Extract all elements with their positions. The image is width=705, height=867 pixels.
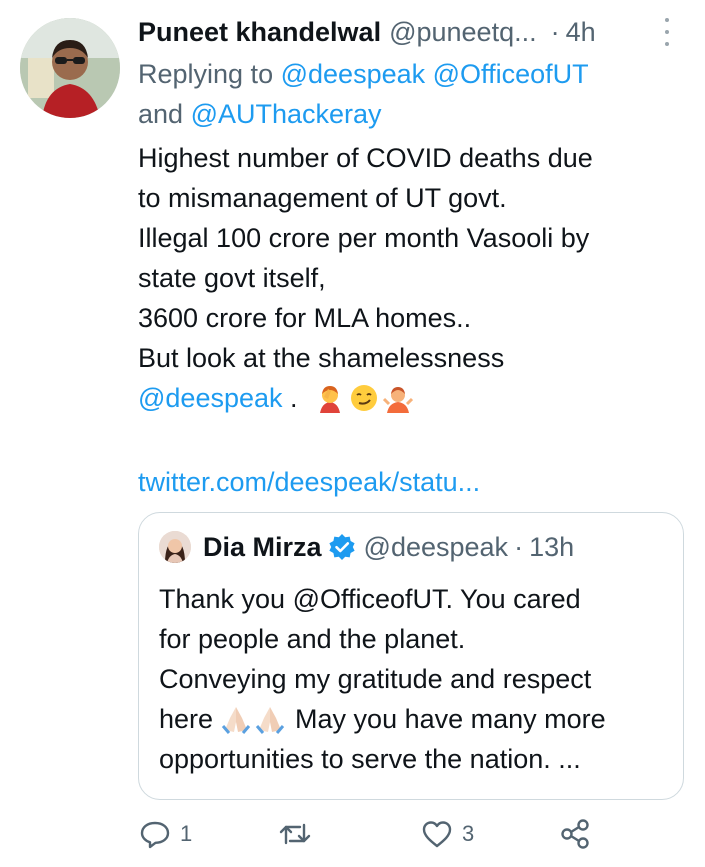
body-punct: . <box>290 383 298 413</box>
reply-mention-officeofut[interactable]: @OfficeofUT <box>433 59 589 89</box>
like-button[interactable]: 3 <box>420 812 474 856</box>
quoted-text-line: for people and the planet. <box>159 624 466 654</box>
reply-mention-authackeray[interactable]: @AUThackeray <box>191 99 382 129</box>
share-icon <box>561 819 589 849</box>
quoted-timestamp: 13h <box>529 531 575 562</box>
tweet-header: Puneet khandelwal @puneetq... · 4h <box>138 12 683 52</box>
quoted-text-line: May you have many more <box>295 704 606 734</box>
author-avatar[interactable] <box>20 18 120 118</box>
replying-to-label: Replying to <box>138 59 274 89</box>
quoted-tweet-header: Dia Mirza @deespeak · 13h <box>159 527 574 567</box>
smirk-emoji-icon <box>351 385 378 411</box>
quoted-tweet-text: Thank you @OfficeofUT. You cared for peo… <box>159 579 669 779</box>
quoted-header-separator: · <box>514 531 524 562</box>
tweet-text-line: state govt itself, <box>138 263 326 293</box>
tweet-actions: 1 3 <box>138 812 698 856</box>
tweet-text-line: Illegal 100 crore per month Vasooli by <box>138 223 590 253</box>
body-mention-deespeak[interactable]: @deespeak <box>138 383 283 413</box>
quoted-text-line: Thank you @OfficeofUT. You cared <box>159 584 581 614</box>
tweet-timestamp[interactable]: 4h <box>566 16 596 48</box>
tweet-text: Highest number of COVID deaths due to mi… <box>138 138 683 418</box>
replying-to: Replying to @deespeak @OfficeofUT and @A… <box>138 54 678 134</box>
folded-hands-emoji-icon <box>255 707 285 734</box>
like-count: 3 <box>462 821 475 846</box>
retweet-button[interactable] <box>278 812 320 856</box>
reply-icon <box>140 821 170 849</box>
reply-mention-deespeak[interactable]: @deespeak <box>281 59 426 89</box>
reply-button[interactable]: 1 <box>138 812 192 856</box>
tweet-link[interactable]: twitter.com/deespeak/statu... <box>138 462 480 502</box>
tweet-text-line: Highest number of COVID deaths due <box>138 143 593 173</box>
heart-icon <box>422 821 452 848</box>
shrug-emoji-icon <box>383 387 414 413</box>
share-button[interactable] <box>558 812 592 856</box>
author-name[interactable]: Puneet khandelwal <box>138 16 381 48</box>
facepalm-emoji-icon <box>320 386 341 413</box>
verified-badge-icon <box>328 534 355 560</box>
reply-count: 1 <box>180 821 193 846</box>
author-handle[interactable]: @puneetq... <box>389 16 537 48</box>
replying-to-and: and <box>138 99 184 129</box>
quoted-author-name: Dia Mirza <box>203 531 322 562</box>
folded-hands-emoji-icon <box>221 707 251 734</box>
quoted-tweet[interactable]: Dia Mirza @deespeak · 13h Thank you @Off… <box>138 512 684 800</box>
header-separator: · <box>550 17 560 47</box>
more-options-icon[interactable] <box>663 18 671 46</box>
quoted-author-avatar[interactable] <box>159 531 191 563</box>
quoted-text-line: Conveying my gratitude and respect <box>159 664 592 694</box>
quoted-text-line: here <box>159 704 214 734</box>
tweet-text-line: 3600 crore for MLA homes.. <box>138 303 472 333</box>
tweet-text-line: But look at the shamelessness <box>138 343 505 373</box>
quoted-text-ellipsis: ... <box>558 744 581 774</box>
quoted-text-line: opportunities to serve the nation. <box>159 744 551 774</box>
retweet-icon <box>279 823 311 845</box>
tweet: Puneet khandelwal @puneetq... · 4h Reply… <box>0 0 705 867</box>
tweet-text-line: to mismanagement of UT govt. <box>138 183 507 213</box>
quoted-author-handle: @deespeak <box>363 531 509 562</box>
